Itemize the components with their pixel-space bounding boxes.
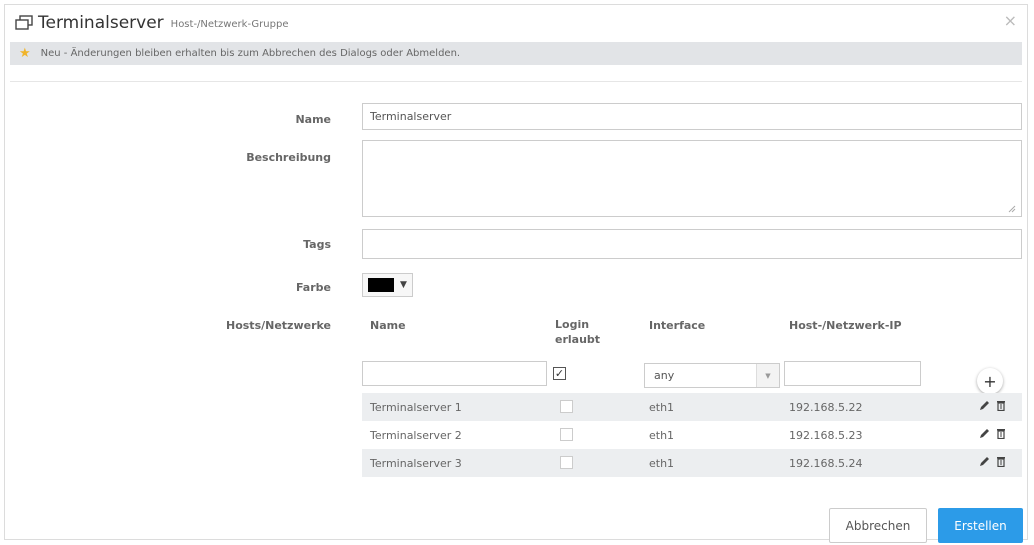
host-interface: eth1 [649, 429, 675, 442]
dialog-header: Terminalserver Host-/Netzwerk-Gruppe [15, 13, 288, 33]
host-ip: 192.168.5.24 [789, 457, 863, 470]
host-name: Terminalserver 1 [370, 401, 462, 414]
tags-input[interactable] [362, 229, 1022, 259]
new-host-interface-select[interactable]: any ▼ [644, 363, 780, 388]
window-icon [15, 15, 33, 30]
column-header-login-line2: erlaubt [555, 333, 601, 346]
host-ip: 192.168.5.23 [789, 429, 863, 442]
interface-select-value: any [654, 369, 675, 382]
host-interface: eth1 [649, 401, 675, 414]
description-textarea[interactable] [362, 140, 1022, 217]
host-name: Terminalserver 3 [370, 457, 462, 470]
dialog-title: Terminalserver [38, 13, 164, 33]
close-icon[interactable]: × [1004, 11, 1017, 30]
tags-label: Tags [303, 238, 331, 251]
color-label: Farbe [295, 281, 331, 294]
host-login-checkbox[interactable] [560, 428, 573, 441]
edit-pencil-icon[interactable] [979, 456, 990, 470]
edit-pencil-icon[interactable] [979, 400, 990, 414]
notice-text: Neu - Änderungen bleiben erhalten bis zu… [40, 48, 461, 59]
host-login-checkbox[interactable] [560, 400, 573, 413]
host-ip: 192.168.5.22 [789, 401, 863, 414]
add-host-button[interactable]: + [977, 368, 1003, 394]
chevron-down-icon: ▼ [400, 280, 407, 290]
row-actions [979, 456, 1006, 470]
table-row: Terminalserver 2 eth1 192.168.5.23 [362, 421, 1022, 449]
new-host-ip-input[interactable] [784, 361, 921, 386]
dialog-subtitle: Host-/Netzwerk-Gruppe [170, 19, 289, 30]
column-header-name: Name [370, 319, 406, 332]
cancel-button[interactable]: Abbrechen [829, 508, 927, 543]
hosts-label: Hosts/Netzwerke [226, 319, 331, 332]
host-login-checkbox[interactable] [560, 456, 573, 469]
trash-icon[interactable] [996, 456, 1006, 470]
chevron-down-icon: ▼ [756, 364, 779, 387]
trash-icon[interactable] [996, 428, 1006, 442]
new-host-login-checkbox[interactable]: ✓ [553, 367, 566, 380]
resize-handle-icon[interactable] [1008, 205, 1016, 213]
column-header-login-line1: Login [555, 318, 590, 331]
host-group-dialog: Terminalserver Host-/Netzwerk-Gruppe × ★… [4, 4, 1028, 543]
create-button[interactable]: Erstellen [938, 508, 1023, 543]
description-label: Beschreibung [246, 151, 331, 164]
row-actions [979, 400, 1006, 414]
column-header-ip: Host-/Netzwerk-IP [789, 319, 902, 332]
table-row: Terminalserver 1 eth1 192.168.5.22 [362, 393, 1022, 421]
color-picker[interactable]: ▼ [362, 273, 413, 297]
name-input[interactable] [362, 103, 1022, 130]
column-header-login: Login erlaubt [555, 317, 600, 347]
column-header-interface: Interface [649, 319, 706, 332]
new-host-name-input[interactable] [362, 361, 547, 386]
table-row: Terminalserver 3 eth1 192.168.5.24 [362, 449, 1022, 477]
color-swatch [368, 278, 394, 292]
edit-pencil-icon[interactable] [979, 428, 990, 442]
host-interface: eth1 [649, 457, 675, 470]
notice-bar: ★ Neu - Änderungen bleiben erhalten bis … [10, 42, 1022, 65]
divider [10, 81, 1022, 82]
name-label: Name [295, 113, 331, 126]
trash-icon[interactable] [996, 400, 1006, 414]
host-name: Terminalserver 2 [370, 429, 462, 442]
star-icon: ★ [19, 46, 31, 61]
row-actions [979, 428, 1006, 442]
